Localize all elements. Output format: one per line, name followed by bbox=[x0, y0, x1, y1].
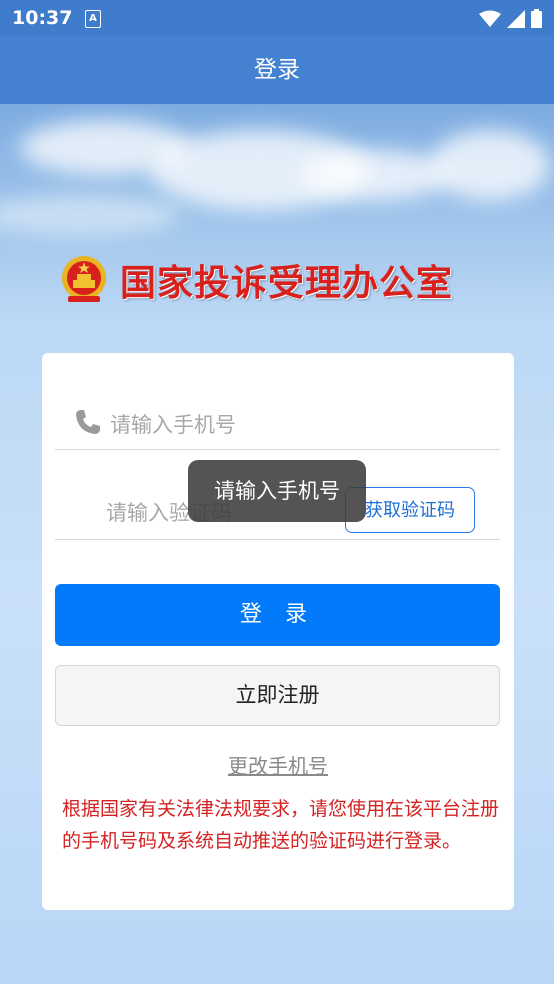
background-cloud bbox=[430, 130, 550, 200]
login-notice: 根据国家有关法律法规要求，请您使用在该平台注册的手机号码及系统自动推送的验证码进… bbox=[62, 798, 500, 852]
app-bar: 登录 bbox=[0, 36, 554, 104]
notification-a-icon: A bbox=[85, 10, 101, 28]
signal-icon bbox=[507, 9, 525, 28]
phone-icon bbox=[76, 410, 100, 434]
register-button[interactable]: 立即注册 bbox=[55, 665, 500, 726]
background-cloud bbox=[300, 150, 450, 200]
phone-field[interactable]: 请输入手机号 bbox=[55, 393, 500, 450]
change-phone-link[interactable]: 更改手机号 bbox=[42, 750, 514, 779]
background-cloud bbox=[0, 195, 180, 235]
brand-header: 国家投诉受理办公室 bbox=[58, 250, 508, 310]
battery-icon bbox=[531, 9, 542, 28]
login-card: 请输入手机号 请输入验证码 获取验证码 登 录 立即注册 更改手机号 根据国家有… bbox=[42, 353, 514, 910]
login-button[interactable]: 登 录 bbox=[55, 584, 500, 646]
status-bar: 10:37 A bbox=[0, 0, 554, 36]
phone-input[interactable]: 请输入手机号 bbox=[110, 409, 236, 439]
brand-name: 国家投诉受理办公室 bbox=[120, 263, 454, 304]
toast-message: 请输入手机号 bbox=[188, 460, 366, 522]
national-emblem-icon bbox=[62, 256, 106, 302]
status-time: 10:37 bbox=[12, 7, 73, 29]
wifi-icon bbox=[479, 10, 501, 27]
status-icons bbox=[479, 9, 542, 28]
page-title: 登录 bbox=[254, 57, 300, 83]
